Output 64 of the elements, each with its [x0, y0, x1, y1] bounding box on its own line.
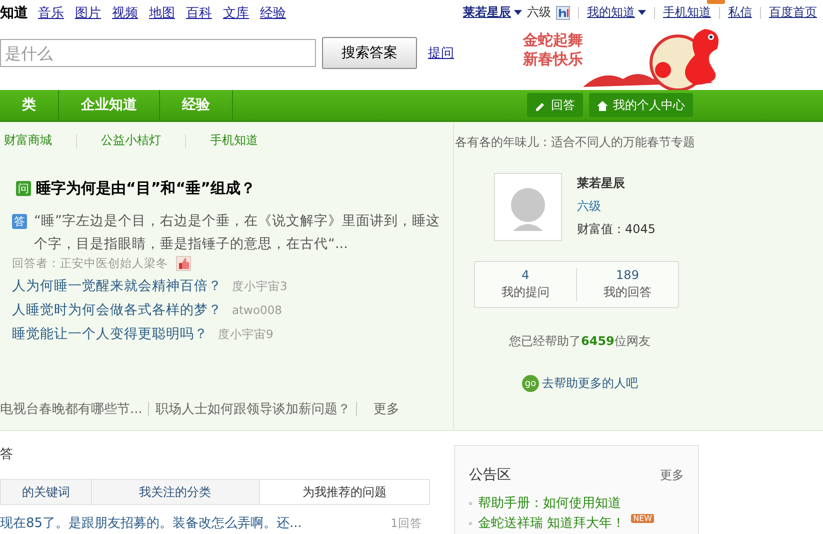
answerer-text: 回答者：正安中医创始人梁冬: [12, 256, 168, 271]
banner-text: 金蛇起舞: [523, 31, 583, 50]
nav-link[interactable]: 经验: [260, 4, 286, 22]
nav-link[interactable]: 视频: [112, 4, 138, 22]
search-button[interactable]: 搜索答案: [322, 37, 417, 69]
more-link[interactable]: 更多: [660, 466, 684, 484]
search-field[interactable]: 是什么: [0, 39, 316, 67]
stat-count: 189: [616, 268, 639, 282]
question-badge: 问: [16, 181, 31, 196]
menu-link[interactable]: 百度首页: [769, 4, 817, 21]
question-link[interactable]: 现在85了。是跟朋友招募的。装备改怎么弄啊。还...: [0, 514, 302, 532]
notice-link[interactable]: 金蛇送祥瑞 知道拜大年！: [478, 514, 626, 532]
hi-icon: [556, 6, 570, 20]
menu-link[interactable]: 我的知道: [587, 4, 635, 21]
site-logo[interactable]: 知道: [0, 4, 28, 22]
stat-label[interactable]: 我的提问: [502, 284, 550, 301]
ask-link[interactable]: 提问: [428, 44, 454, 62]
more-link[interactable]: 更多: [373, 400, 400, 418]
go-badge: go: [522, 375, 539, 392]
helped-count-text: 您已经帮助了6459位网友: [509, 333, 652, 350]
nav-button[interactable]: 回答: [527, 93, 583, 117]
caret-icon: [514, 10, 522, 15]
panel-title: 公告区: [469, 466, 511, 484]
related-question-link[interactable]: 睡觉能让一个人变得更聪明吗？: [12, 325, 208, 343]
answer-badge: 答: [12, 214, 27, 229]
profile-level: 六级: [577, 198, 602, 215]
stat-label[interactable]: 我的回答: [604, 284, 652, 301]
author-name: atwo008: [232, 303, 282, 317]
related-question-link[interactable]: 人睡觉时为何会做各式各样的梦？: [12, 301, 222, 319]
author-name: 度小宇宙9: [218, 327, 274, 342]
wealth-value: 财富值：4045: [577, 221, 656, 238]
caret-icon: [638, 10, 646, 15]
question-title[interactable]: 睡字为何是由“目”和“垂”组成？: [36, 179, 256, 198]
nav-link[interactable]: 音乐: [38, 4, 64, 22]
stat-count: 4: [522, 268, 530, 282]
new-badge: NEW: [631, 514, 654, 523]
banner-text: 新春快乐: [523, 50, 583, 69]
hot-question-link[interactable]: 职场人士如何跟领导谈加薪问题？: [155, 400, 350, 418]
nav-link[interactable]: 图片: [75, 4, 101, 22]
topic-link[interactable]: 各有各的年味儿：适合不同人的万能春节专题: [455, 122, 823, 151]
sub-link[interactable]: 手机知道: [186, 132, 282, 149]
nav-link[interactable]: 文库: [223, 4, 249, 22]
section-heading: 答: [0, 446, 14, 463]
sub-link[interactable]: 财富商城: [0, 132, 76, 149]
notice-link[interactable]: 帮助手册：如何使用知道: [478, 494, 621, 512]
answer-text: “睡”字左边是个目，右边是个垂，在《说文解字》里面讲到，睡这个字，目是指眼睛，垂是指锤子的意思，在古代“...: [34, 212, 441, 254]
username-link[interactable]: 莱若星辰: [463, 4, 511, 21]
author-name: 度小宇宙3: [232, 279, 288, 294]
menu-link[interactable]: 私信: [728, 4, 752, 21]
home-icon: [597, 100, 608, 110]
nav-link[interactable]: 地图: [149, 4, 175, 22]
help-more-link[interactable]: 去帮助更多的人吧: [542, 375, 638, 392]
user-level: 六级: [527, 4, 551, 21]
profile-name: 莱若星辰: [577, 175, 626, 192]
sub-link[interactable]: 公益小桔灯: [77, 132, 185, 149]
related-question-link[interactable]: 人为何睡一觉醒来就会精神百倍？: [12, 277, 222, 295]
answer-count: 1回答: [390, 516, 423, 530]
menu-link[interactable]: 手机知道: [663, 4, 711, 21]
tab[interactable]: 的关键词: [0, 480, 91, 504]
thumbs-up-icon: [176, 256, 191, 271]
hot-question-link[interactable]: 电视台春晚都有哪些节...: [0, 400, 142, 418]
tab[interactable]: 我关注的分类: [90, 480, 259, 504]
nav-button[interactable]: 我的个人中心: [589, 93, 693, 117]
nav-link[interactable]: 百科: [186, 4, 212, 22]
